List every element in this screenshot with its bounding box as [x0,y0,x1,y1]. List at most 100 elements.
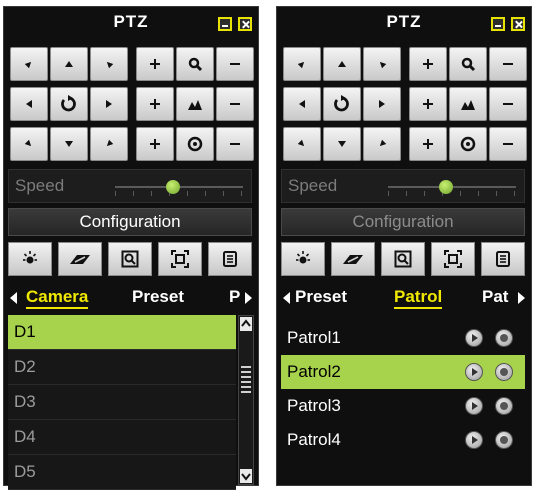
scrollbar[interactable] [238,315,254,485]
speed-slider-ticks [115,191,243,196]
title-bar: PTZ [4,7,258,41]
light-icon[interactable] [8,242,52,276]
speed-label: Speed [15,176,65,195]
zoom-out-button[interactable] [489,47,527,81]
tab-preset[interactable]: Preset [295,287,347,307]
focus-far-button[interactable] [489,87,527,121]
wiper-icon[interactable] [331,242,375,276]
list-item[interactable]: D5 [8,455,236,490]
zoom-in-button[interactable] [136,47,174,81]
pan-down-left-button[interactable] [10,127,48,161]
speed-slider-knob[interactable] [165,180,180,194]
speed-label: Speed [288,176,338,195]
speed-slider-ticks [388,191,516,196]
stop-icon[interactable] [495,363,513,381]
minimize-icon[interactable] [491,17,505,31]
patrol-name: Patrol1 [287,328,341,347]
tab-scroll-left-icon[interactable] [283,292,290,304]
scroll-down-icon[interactable] [240,469,252,483]
zoom-icon[interactable] [449,47,487,81]
center-icon[interactable] [431,242,475,276]
zoom-in-button[interactable] [409,47,447,81]
patrol-name: Patrol3 [287,396,341,415]
pan-left-button[interactable] [10,87,48,121]
tilt-down-button[interactable] [50,127,88,161]
list-item[interactable]: D4 [8,420,236,455]
pan-up-right-button[interactable] [363,47,401,81]
focus-far-button[interactable] [216,87,254,121]
pan-right-button[interactable] [363,87,401,121]
list-item[interactable]: Patrol4 [281,423,525,457]
pan-up-right-button[interactable] [90,47,128,81]
focus-near-button[interactable] [136,87,174,121]
iris-open-button[interactable] [409,127,447,161]
speed-slider[interactable] [115,176,243,198]
iris-icon[interactable] [176,127,214,161]
tab-bar: Camera Preset P [4,283,258,313]
list-item[interactable]: D3 [8,385,236,420]
list-item[interactable]: D1 [8,315,236,350]
stop-icon[interactable] [495,431,513,449]
zoom-icon[interactable] [176,47,214,81]
ptz-panel-camera: PTZ Speed Configuration Camera Preset P … [3,6,259,490]
stop-icon[interactable] [495,329,513,347]
menu-icon[interactable] [208,242,252,276]
tab-truncated[interactable]: P [229,287,240,307]
zoom-out-button[interactable] [216,47,254,81]
tab-preset[interactable]: Preset [132,287,184,307]
play-icon[interactable] [465,363,483,381]
close-icon[interactable] [511,17,525,31]
stop-icon[interactable] [495,397,513,415]
zoom-area-icon[interactable] [108,242,152,276]
list-item[interactable]: D2 [8,350,236,385]
patrol-name: Patrol4 [287,430,341,449]
pan-up-left-button[interactable] [10,47,48,81]
iris-close-button[interactable] [216,127,254,161]
tab-bar: Preset Patrol Pat [277,283,531,313]
play-icon[interactable] [465,397,483,415]
pan-down-left-button[interactable] [283,127,321,161]
pan-up-left-button[interactable] [283,47,321,81]
camera-list: D1 D2 D3 D4 D5 [8,315,236,490]
tab-scroll-right-icon[interactable] [245,292,252,304]
play-icon[interactable] [465,431,483,449]
ptz-panel-patrol: PTZ Speed Configuration Preset Patrol Pa… [276,6,532,486]
speed-slider[interactable] [388,176,516,198]
configuration-button[interactable]: Configuration [8,208,252,236]
focus-near-button[interactable] [409,87,447,121]
tab-truncated[interactable]: Pat [482,287,508,307]
tab-camera[interactable]: Camera [26,287,89,309]
list-item[interactable]: Patrol3 [281,389,525,423]
play-icon[interactable] [465,329,483,347]
auto-rotate-icon[interactable] [323,87,361,121]
minimize-icon[interactable] [218,17,232,31]
focus-icon[interactable] [449,87,487,121]
tab-scroll-left-icon[interactable] [10,292,17,304]
iris-icon[interactable] [449,127,487,161]
tilt-down-button[interactable] [323,127,361,161]
auto-rotate-icon[interactable] [50,87,88,121]
pan-right-button[interactable] [90,87,128,121]
tilt-up-button[interactable] [323,47,361,81]
pan-down-right-button[interactable] [363,127,401,161]
scroll-up-icon[interactable] [240,317,252,331]
tilt-up-button[interactable] [50,47,88,81]
center-icon[interactable] [158,242,202,276]
configuration-button[interactable]: Configuration [281,208,525,236]
list-item[interactable]: Patrol1 [281,321,525,355]
scroll-thumb[interactable] [241,366,251,396]
wiper-icon[interactable] [58,242,102,276]
menu-icon[interactable] [481,242,525,276]
pan-left-button[interactable] [283,87,321,121]
close-icon[interactable] [238,17,252,31]
list-item[interactable]: Patrol2 [281,355,525,389]
speed-slider-knob[interactable] [438,180,453,194]
zoom-area-icon[interactable] [381,242,425,276]
light-icon[interactable] [281,242,325,276]
tab-scroll-right-icon[interactable] [518,292,525,304]
pan-down-right-button[interactable] [90,127,128,161]
focus-icon[interactable] [176,87,214,121]
iris-open-button[interactable] [136,127,174,161]
tab-patrol[interactable]: Patrol [394,287,443,309]
iris-close-button[interactable] [489,127,527,161]
